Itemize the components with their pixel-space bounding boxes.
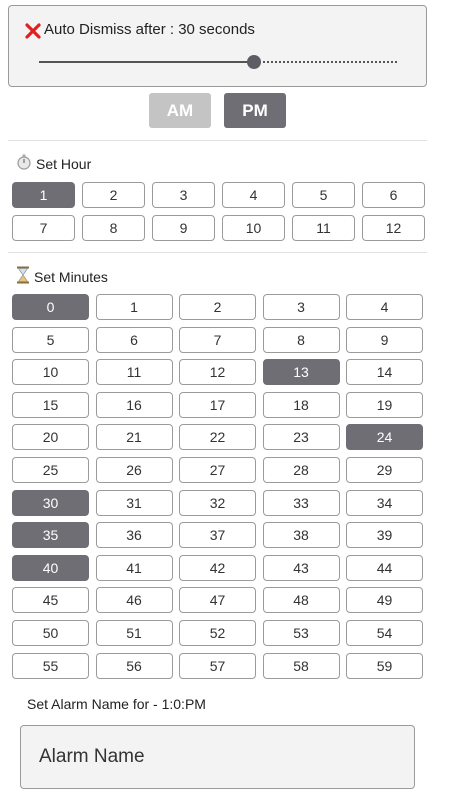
slider-thumb[interactable]: [246, 55, 261, 69]
hour-button-10[interactable]: 10: [222, 215, 285, 241]
minute-button-24[interactable]: 24: [346, 424, 423, 451]
hour-button-8[interactable]: 8: [82, 215, 145, 241]
minute-button-41[interactable]: 41: [95, 554, 173, 581]
minute-button-30[interactable]: 30: [12, 489, 89, 516]
minute-button-4[interactable]: 4: [346, 294, 423, 320]
hour-grid: 1 2 3 4 5 6 7 8 9 10 11 12: [12, 182, 425, 241]
slider-fill: [39, 61, 254, 63]
auto-dismiss-panel: Auto Dismiss after : 30 seconds: [8, 5, 427, 87]
auto-dismiss-slider[interactable]: [39, 54, 397, 70]
hour-button-2[interactable]: 2: [82, 182, 145, 208]
minute-button-15[interactable]: 15: [12, 391, 89, 418]
minute-button-8[interactable]: 8: [262, 326, 340, 353]
minute-button-57[interactable]: 57: [179, 652, 256, 679]
minute-button-26[interactable]: 26: [95, 456, 173, 483]
minute-button-7[interactable]: 7: [179, 326, 256, 353]
minute-button-52[interactable]: 52: [179, 619, 256, 646]
alarm-setup-screen: Auto Dismiss after : 30 seconds AM PM Se…: [0, 0, 450, 800]
minute-button-28[interactable]: 28: [262, 456, 340, 483]
minute-button-58[interactable]: 58: [262, 652, 340, 679]
minute-button-31[interactable]: 31: [95, 489, 173, 516]
hour-button-12[interactable]: 12: [362, 215, 425, 241]
am-button[interactable]: AM: [149, 93, 211, 128]
minute-button-29[interactable]: 29: [346, 456, 423, 483]
minute-button-2[interactable]: 2: [179, 294, 256, 320]
minute-button-22[interactable]: 22: [179, 424, 256, 451]
minute-button-59[interactable]: 59: [346, 652, 423, 679]
minute-button-25[interactable]: 25: [12, 456, 89, 483]
minute-button-13[interactable]: 13: [262, 359, 340, 386]
minute-button-50[interactable]: 50: [12, 619, 89, 646]
minute-button-10[interactable]: 10: [12, 359, 89, 386]
minute-button-40[interactable]: 40: [12, 554, 89, 581]
minute-button-12[interactable]: 12: [179, 359, 256, 386]
minute-button-3[interactable]: 3: [262, 294, 340, 320]
hourglass-icon: [16, 266, 34, 287]
pm-button[interactable]: PM: [224, 93, 286, 128]
alarm-name-input[interactable]: [20, 725, 415, 789]
minute-button-45[interactable]: 45: [12, 587, 89, 614]
close-x-icon[interactable]: [24, 22, 42, 40]
set-hour-label: Set Hour: [36, 155, 92, 172]
minute-button-11[interactable]: 11: [95, 359, 173, 386]
minute-button-18[interactable]: 18: [262, 391, 340, 418]
alarm-name-caption: Set Alarm Name for - 1:0:PM: [27, 696, 206, 712]
hour-button-3[interactable]: 3: [152, 182, 215, 208]
minute-button-36[interactable]: 36: [95, 522, 173, 549]
minute-button-20[interactable]: 20: [12, 424, 89, 451]
minute-button-23[interactable]: 23: [262, 424, 340, 451]
minute-button-53[interactable]: 53: [262, 619, 340, 646]
minute-button-32[interactable]: 32: [179, 489, 256, 516]
minute-button-48[interactable]: 48: [262, 587, 340, 614]
minute-button-54[interactable]: 54: [346, 619, 423, 646]
set-minutes-heading: Set Minutes: [16, 266, 108, 287]
minute-button-39[interactable]: 39: [346, 522, 423, 549]
minute-button-38[interactable]: 38: [262, 522, 340, 549]
minute-button-19[interactable]: 19: [346, 391, 423, 418]
minute-grid: 0 1 2 3 4 5 6 7 8 9 10 11 12 13 14 15 16 17 18 19 20 21 22 23 24…: [12, 294, 424, 679]
minute-button-14[interactable]: 14: [346, 359, 423, 386]
minute-button-56[interactable]: 56: [95, 652, 173, 679]
minute-button-43[interactable]: 43: [262, 554, 340, 581]
divider: [8, 140, 427, 141]
minute-button-0[interactable]: 0: [12, 294, 89, 320]
stopwatch-icon: [16, 154, 36, 173]
divider: [8, 252, 427, 253]
minute-button-21[interactable]: 21: [95, 424, 173, 451]
set-minutes-label: Set Minutes: [34, 268, 108, 285]
minute-button-1[interactable]: 1: [95, 294, 173, 320]
minute-button-9[interactable]: 9: [346, 326, 423, 353]
minute-button-37[interactable]: 37: [179, 522, 256, 549]
minute-button-47[interactable]: 47: [179, 587, 256, 614]
hour-button-5[interactable]: 5: [292, 182, 355, 208]
minute-button-42[interactable]: 42: [179, 554, 256, 581]
minute-button-44[interactable]: 44: [346, 554, 423, 581]
hour-button-11[interactable]: 11: [292, 215, 355, 241]
minute-button-5[interactable]: 5: [12, 326, 89, 353]
set-hour-heading: Set Hour: [16, 154, 91, 173]
minute-button-33[interactable]: 33: [262, 489, 340, 516]
minute-button-34[interactable]: 34: [346, 489, 423, 516]
minute-button-16[interactable]: 16: [95, 391, 173, 418]
hour-button-7[interactable]: 7: [12, 215, 75, 241]
hour-button-1[interactable]: 1: [12, 182, 75, 208]
hour-button-9[interactable]: 9: [152, 215, 215, 241]
minute-button-6[interactable]: 6: [95, 326, 173, 353]
auto-dismiss-label: Auto Dismiss after : 30 seconds: [44, 21, 255, 38]
minute-button-55[interactable]: 55: [12, 652, 89, 679]
minute-button-35[interactable]: 35: [12, 522, 89, 549]
minute-button-46[interactable]: 46: [95, 587, 173, 614]
hour-button-4[interactable]: 4: [222, 182, 285, 208]
minute-button-17[interactable]: 17: [179, 391, 256, 418]
minute-button-51[interactable]: 51: [95, 619, 173, 646]
minute-button-27[interactable]: 27: [179, 456, 256, 483]
hour-button-6[interactable]: 6: [362, 182, 425, 208]
minute-button-49[interactable]: 49: [346, 587, 423, 614]
